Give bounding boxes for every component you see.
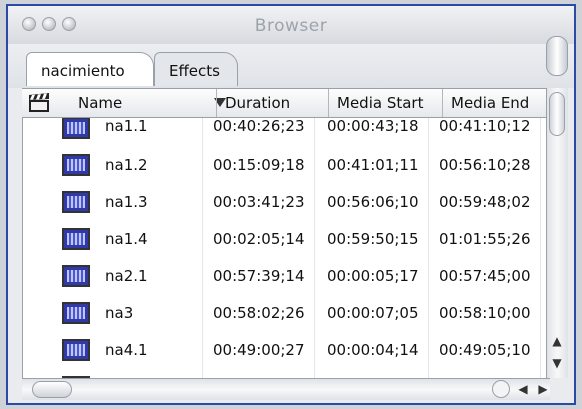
table-row[interactable]: na2.1 00:57:39;14 00:00:05;17 00:57:45;0…: [23, 258, 550, 294]
clip-media-start: 00:56:06;10: [327, 193, 419, 211]
clip-media-start: 00:59:50;15: [327, 230, 419, 248]
toolbar-toggle-button[interactable]: [546, 36, 568, 76]
vertical-scroll-thumb[interactable]: [549, 92, 565, 136]
table-row[interactable]: na1.4 00:02:05;14 00:59:50;15 01:01:55;2…: [23, 221, 550, 257]
clip-name: na4.1: [105, 341, 148, 359]
window-title: Browser: [254, 16, 328, 36]
clip-duration: 00:02:05;14: [213, 230, 305, 248]
arrow-right-icon[interactable]: ▶: [534, 379, 552, 399]
clip-media-end: 00:49:05;10: [439, 341, 531, 359]
clip-duration: 00:15:09;18: [213, 156, 305, 174]
column-header-media-end[interactable]: Media End: [442, 89, 554, 117]
clip-media-end: 00:56:10;28: [439, 156, 531, 174]
clip-media-end: 00:58:10;00: [439, 304, 531, 322]
clip-media-end: 00:41:10;12: [439, 118, 531, 135]
horizontal-scrollbar[interactable]: ◀ ▶: [22, 378, 550, 400]
clip-duration: 00:03:41;23: [213, 193, 305, 211]
column-header-media-start[interactable]: Media Start: [328, 89, 442, 117]
clip-media-start: 00:00:04;14: [327, 341, 419, 359]
video-clip-icon: [62, 265, 90, 287]
column-header-name-label: Name: [78, 94, 123, 112]
table-row[interactable]: na1.2 00:15:09;18 00:41:01;11 00:56:10;2…: [23, 147, 550, 183]
title-bar[interactable]: Browser: [8, 6, 574, 45]
browser-window: Browser nacimiento Effects Name Duration…: [6, 4, 576, 405]
video-clip-icon: [62, 154, 90, 176]
arrow-left-icon[interactable]: ◀: [514, 379, 532, 399]
video-clip-icon: [62, 302, 90, 324]
video-clip-icon: [62, 228, 90, 250]
table-row[interactable]: na3 00:58:02;26 00:00:07;05 00:58:10;00 …: [23, 295, 550, 331]
clip-duration: 00:40:26;23: [213, 118, 305, 135]
clip-media-start: 00:00:07;05: [327, 304, 419, 322]
clip-media-end: 00:57:45;00: [439, 267, 531, 285]
scroll-track-end-cap: [492, 380, 510, 398]
table-row[interactable]: na1.1 00:40:26;23 00:00:43;18 00:41:10;1…: [23, 118, 550, 146]
clip-name: na1.1: [105, 118, 148, 135]
clip-media-end: 01:01:55;26: [439, 230, 531, 248]
clip-table: na1.1 00:40:26;23 00:00:43;18 00:41:10;1…: [22, 118, 550, 378]
horizontal-scroll-thumb[interactable]: [32, 381, 72, 398]
video-clip-icon: [62, 191, 90, 213]
arrow-up-icon[interactable]: ▲: [547, 330, 567, 352]
table-row[interactable]: na1.3 00:03:41;23 00:56:06;10 00:59:48;0…: [23, 184, 550, 220]
column-header-name[interactable]: Name: [56, 89, 226, 117]
clip-duration: 00:57:39;14: [213, 267, 305, 285]
vertical-scrollbar[interactable]: ▲ ▼: [546, 88, 568, 378]
clip-duration: 00:49:00;27: [213, 341, 305, 359]
table-row[interactable]: na4.1 00:49:00;27 00:00:04;14 00:49:05;1…: [23, 332, 550, 368]
clip-name: na2.1: [105, 267, 148, 285]
clip-name: na1.4: [105, 230, 148, 248]
clip-name: na1.3: [105, 193, 148, 211]
clip-media-end: 00:59:48;02: [439, 193, 531, 211]
clip-media-start: 00:00:43;18: [327, 118, 419, 135]
video-clip-icon: [62, 339, 90, 361]
clip-name: na3: [105, 304, 134, 322]
tab-bar: nacimiento Effects: [8, 44, 574, 88]
tab-nacimiento[interactable]: nacimiento: [26, 52, 154, 86]
column-header-duration[interactable]: Duration: [216, 89, 328, 117]
arrow-down-icon[interactable]: ▼: [547, 352, 567, 374]
table-row[interactable]: [23, 369, 550, 378]
clip-name: na1.2: [105, 156, 148, 174]
video-clip-icon: [62, 118, 90, 139]
clapperboard-icon[interactable]: [22, 89, 56, 117]
clip-duration: 00:58:02;26: [213, 304, 305, 322]
clip-media-start: 00:41:01;11: [327, 156, 419, 174]
tab-effects[interactable]: Effects: [154, 52, 238, 86]
clip-media-start: 00:00:05;17: [327, 267, 419, 285]
column-header-row: Name Duration Media Start Media End: [22, 88, 555, 118]
